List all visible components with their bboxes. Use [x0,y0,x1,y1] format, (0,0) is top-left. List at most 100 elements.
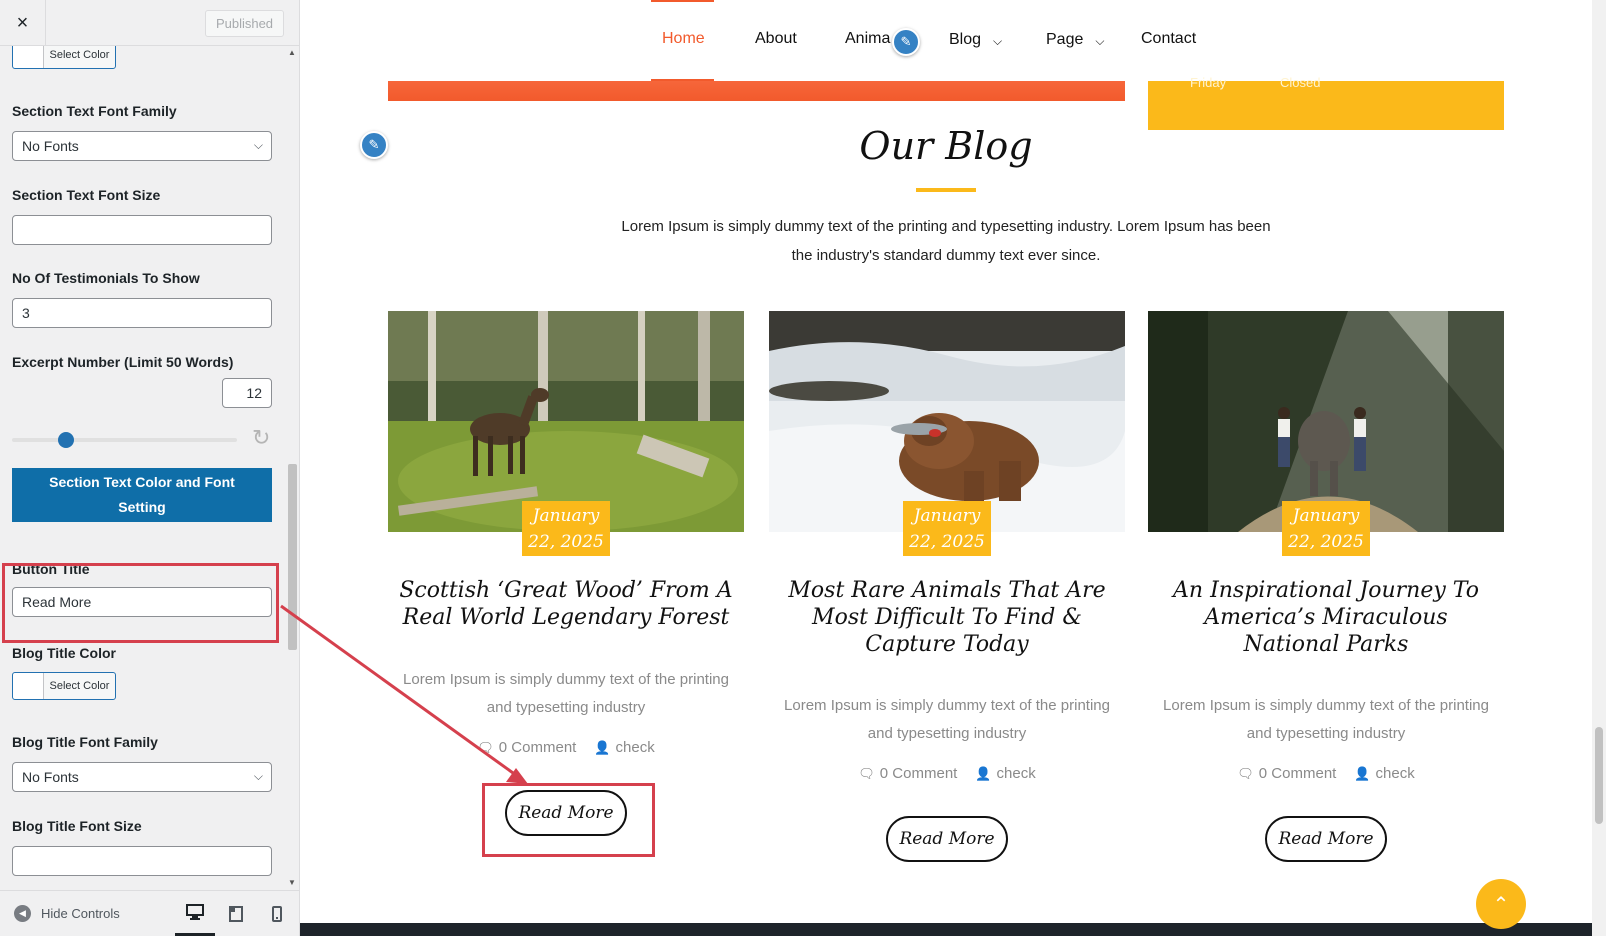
preview-scrollbar[interactable] [1592,0,1606,936]
customizer-sidebar: × Published Select Color Section Text Fo… [0,0,300,936]
close-icon[interactable]: × [0,0,46,46]
section-intro: Lorem Ipsum is simply dummy text of the … [600,212,1292,270]
blog-title-font-size-label: Blog Title Font Size [12,818,142,834]
author-name: check [1375,765,1415,782]
date-day-year: 22, 2025 [1288,532,1364,552]
comment-count-text: 0 Comment [1258,765,1337,782]
author-link[interactable]: 👤 check [975,765,1035,782]
chevron-down-icon: ⌵ [993,34,1003,48]
footer-strip [300,923,1592,936]
chevron-down-icon: ⌵ [253,769,263,783]
read-more-highlight [482,783,655,857]
comment-count[interactable]: 🗨 0 Comment [1237,765,1336,782]
nav-item-blog[interactable]: Blog ⌵ [949,30,1002,49]
nav-item-label: Blog [949,30,982,48]
scroll-down-icon[interactable]: ▼ [288,878,296,887]
blog-title-color-select[interactable]: Select Color [12,672,116,700]
blog-title-font-family-select[interactable]: No Fonts ⌵ [12,762,272,792]
blog-card-title[interactable]: An Inspirational Journey To America’s Mi… [1158,577,1494,658]
scrollbar-thumb[interactable] [1595,727,1603,824]
blog-card-image-bear[interactable] [769,311,1125,532]
excerpt-slider-track[interactable] [12,438,237,442]
comment-count-text: 0 Comment [498,739,577,756]
intro-line: Lorem Ipsum is simply dummy text of the … [621,218,1271,235]
comment-count[interactable]: 🗨 0 Comment [477,739,576,756]
user-icon: 👤 [594,739,611,755]
blog-card: January 22, 2025 An Inspirational Journe… [1148,311,1504,871]
excerpt-line: and typesetting industry [867,725,1027,742]
main-navigation: Home About Anima Blog ⌵ Page ⌵ Contact [300,0,1592,81]
dropdown-value: No Fonts [22,138,79,154]
scroll-up-icon[interactable]: ▲ [288,48,296,57]
select-color-label: Select Color [49,49,110,61]
testimonials-count-input[interactable]: 3 [12,298,272,328]
blog-title-font-family-label: Blog Title Font Family [12,734,158,750]
excerpt-line: and typesetting industry [1246,725,1406,742]
chevron-down-icon: ⌵ [253,138,263,152]
read-more-button[interactable]: Read More [1265,816,1387,862]
comment-count[interactable]: 🗨 0 Comment [858,765,957,782]
comments-icon: 🗨 [477,739,494,755]
date-day-year: 22, 2025 [909,532,985,552]
date-month: January [913,506,981,526]
date-badge: January 22, 2025 [903,501,991,556]
section-text-font-size-input[interactable] [12,215,272,245]
edit-shortcut-pencil-icon[interactable]: ✎ [892,28,920,56]
date-month: January [1292,506,1360,526]
mobile-preview-icon[interactable] [257,891,297,936]
read-more-button[interactable]: Read More [886,816,1008,862]
color-swatch [13,673,44,699]
desktop-preview-icon[interactable] [175,891,215,936]
author-name: check [996,765,1036,782]
comments-icon: 🗨 [1237,765,1254,781]
color-swatch [13,46,44,68]
section-text-color-select[interactable]: Select Color [12,46,116,69]
sidebar-footer: ◀ Hide Controls [0,890,299,936]
blog-card-title[interactable]: Scottish ‘Great Wood’ From A Real World … [398,577,734,631]
sidebar-header: × Published [0,0,299,46]
excerpt-line: and typesetting industry [486,699,646,716]
author-link[interactable]: 👤 check [594,739,654,756]
blog-card-meta: 🗨 0 Comment 👤 check [769,765,1125,782]
intro-line: the industry's standard dummy text ever … [791,247,1101,264]
title-underline [916,188,976,192]
blog-card-excerpt: Lorem Ipsum is simply dummy text of the … [1148,692,1504,748]
blog-card-title[interactable]: Most Rare Animals That Are Most Difficul… [779,577,1115,658]
blog-card-meta: 🗨 0 Comment 👤 check [388,739,744,756]
excerpt-line: Lorem Ipsum is simply dummy text of the … [1163,697,1489,714]
chevron-down-icon: ⌵ [1095,34,1105,48]
nav-item-animals[interactable]: Anima [845,30,890,48]
section-text-color-font-setting-button[interactable]: Section Text Color and Font Setting [12,468,272,522]
button-title-highlight [2,563,279,643]
author-link[interactable]: 👤 check [1354,765,1414,782]
blog-card-image-elephant[interactable] [1148,311,1504,532]
scrollbar-thumb[interactable] [288,464,297,650]
nav-item-about[interactable]: About [755,30,797,48]
hide-controls-button[interactable]: ◀ Hide Controls [14,905,120,922]
scroll-to-top-button[interactable]: ⌃ [1476,879,1526,929]
section-text-font-family-select[interactable]: No Fonts ⌵ [12,131,272,161]
site-preview: Friday Closed Home About Anima Blog ⌵ Pa… [300,0,1592,936]
select-color-label: Select Color [49,680,110,692]
blog-title-font-size-input[interactable] [12,846,272,876]
section-text-font-size-label: Section Text Font Size [12,187,161,203]
published-button[interactable]: Published [205,10,284,37]
excerpt-slider-handle[interactable] [58,432,74,448]
blog-card-meta: 🗨 0 Comment 👤 check [1148,765,1504,782]
excerpt-number-label: Excerpt Number (Limit 50 Words) [12,354,234,370]
sidebar-scrollbar[interactable]: ▲ ▼ [286,46,298,890]
comments-icon: 🗨 [858,765,875,781]
reset-icon[interactable]: ↻ [252,427,270,449]
orange-banner-strip [388,81,1125,101]
nav-item-contact[interactable]: Contact [1141,30,1196,48]
nav-item-page[interactable]: Page ⌵ [1046,30,1104,49]
date-badge: January 22, 2025 [1282,501,1370,556]
double-chevron-up-icon: ⌃ [1492,893,1510,916]
tablet-preview-icon[interactable] [216,891,256,936]
excerpt-number-input[interactable]: 12 [222,378,272,408]
comment-count-text: 0 Comment [879,765,958,782]
blog-card-image-deer[interactable] [388,311,744,532]
nav-item-home[interactable]: Home [662,30,705,48]
opening-hours-box: Friday Closed [1148,75,1504,130]
testimonials-count-label: No Of Testimonials To Show [12,270,200,286]
